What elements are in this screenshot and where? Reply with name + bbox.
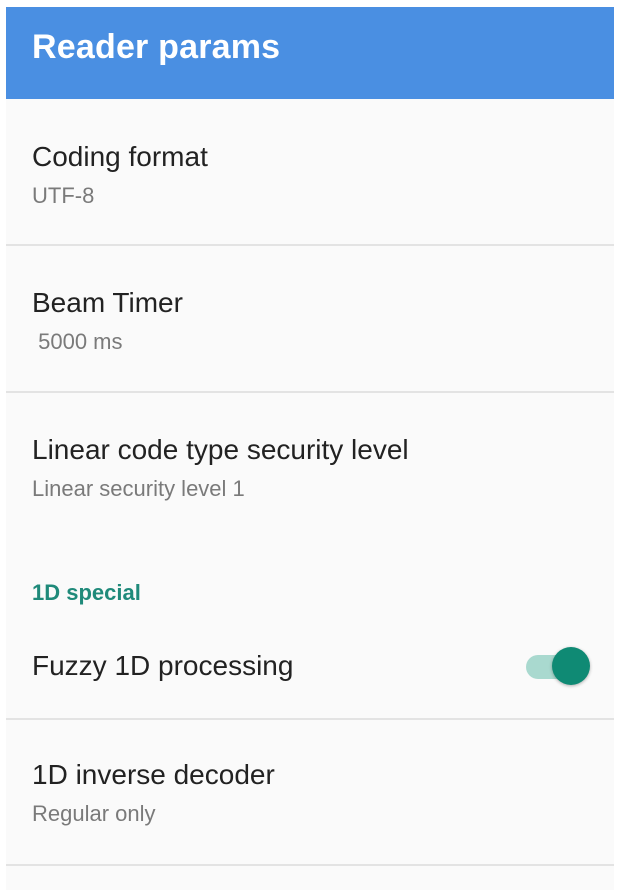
toolbar: Reader params <box>6 7 614 99</box>
pref-title: Beam Timer <box>32 287 183 318</box>
fuzzy-1d-toggle[interactable] <box>526 647 590 687</box>
pref-summary: 5000 ms <box>32 329 123 354</box>
pref-coding-format[interactable]: Coding format UTF-8 <box>6 140 614 210</box>
pref-summary: Linear security level 1 <box>32 476 245 501</box>
pref-title: 1D inverse decoder <box>32 759 275 790</box>
category-1d-special: 1D special <box>32 580 141 605</box>
pref-1d-inverse-decoder[interactable]: 1D inverse decoder Regular only <box>6 758 614 828</box>
pref-summary: UTF-8 <box>32 183 95 208</box>
divider <box>6 718 614 720</box>
pref-linear-security-level[interactable]: Linear code type security level Linear s… <box>6 433 614 503</box>
pref-summary: Regular only <box>32 801 156 826</box>
pref-title: Coding format <box>32 141 208 172</box>
divider <box>6 244 614 246</box>
divider <box>6 391 614 393</box>
divider <box>6 864 614 866</box>
pref-title: Linear code type security level <box>32 434 409 465</box>
app-frame: Reader params Coding format UTF-8 Beam T… <box>0 0 620 890</box>
preferences-list: Coding format UTF-8 Beam Timer 5000 ms L… <box>6 99 614 890</box>
pref-beam-timer[interactable]: Beam Timer 5000 ms <box>6 286 614 356</box>
page-title: Reader params <box>32 27 281 66</box>
pref-fuzzy-1d-processing[interactable]: Fuzzy 1D processing <box>6 649 614 683</box>
switch-thumb <box>552 647 590 685</box>
